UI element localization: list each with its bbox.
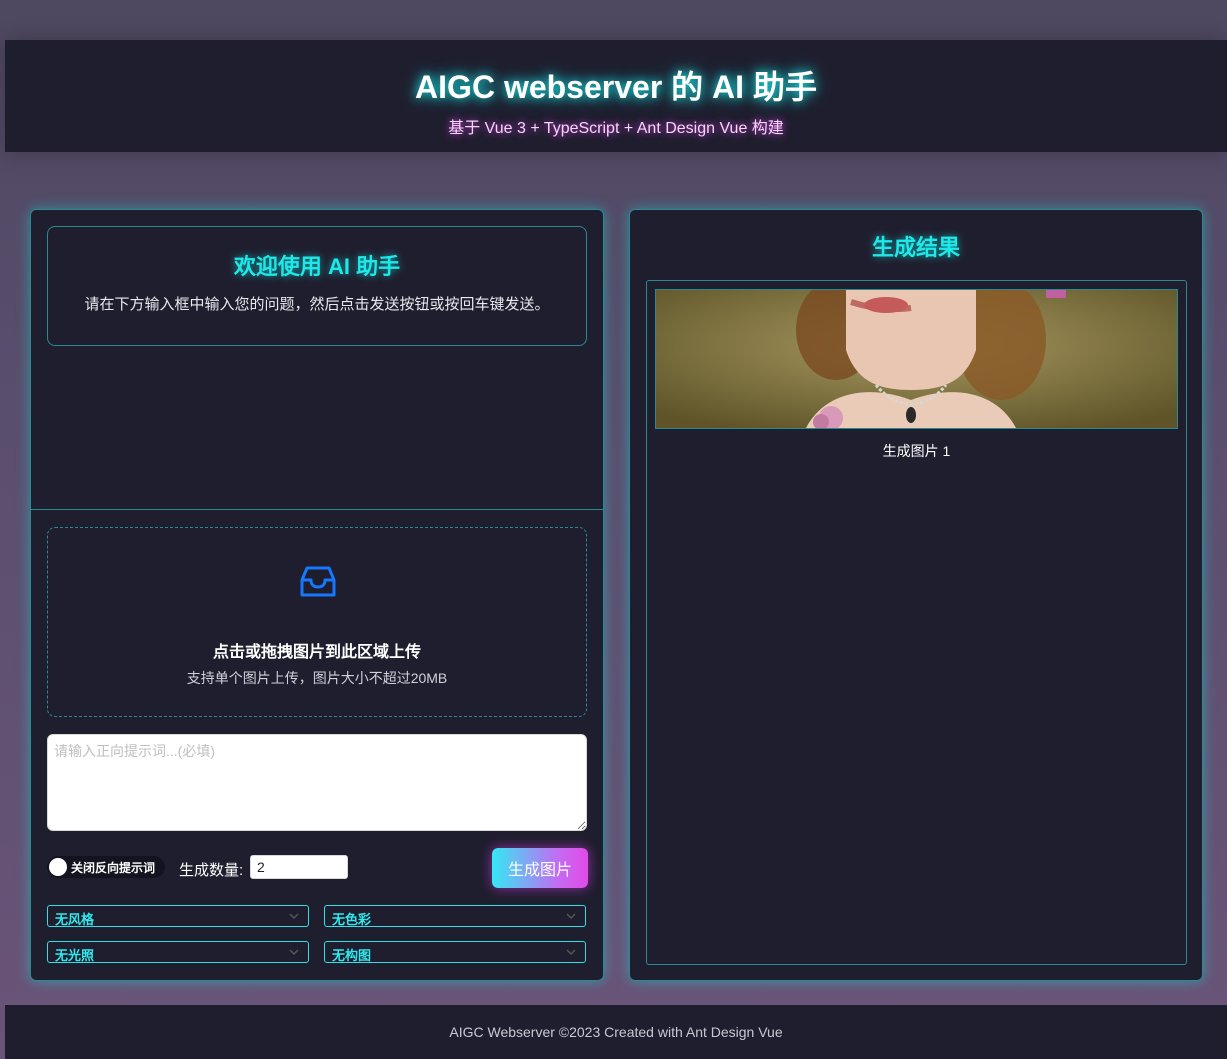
result-gallery: 生成图片 1 [646,280,1187,965]
upload-hint: 支持单个图片上传，图片大小不超过20MB [186,670,448,686]
lighting-select-value: 无光照 [55,948,95,963]
chevron-down-icon [566,913,576,920]
color-select-value: 无色彩 [332,912,372,927]
composition-select-value: 无构图 [332,948,372,963]
positive-prompt-input[interactable] [47,734,587,831]
result-panel: 生成结果 生成图片 1 [629,209,1203,981]
count-label: 生成数量: [179,862,244,879]
lighting-select[interactable]: 无光照 [47,941,309,963]
footer-text: AIGC Webserver ©2023 Created with Ant De… [449,1024,783,1040]
image-caption: 生成图片 1 [882,443,951,459]
color-select[interactable]: 无色彩 [324,905,586,927]
chat-panel: 欢迎使用 AI 助手 请在下方输入框中输入您的问题，然后点击发送按钮或按回车键发… [30,209,604,981]
chevron-down-icon [289,913,299,920]
upload-title: 点击或拖拽图片到此区域上传 [212,644,421,661]
count-input[interactable] [250,855,348,879]
generate-button[interactable]: 生成图片 [492,848,588,888]
app-header: AIGC webserver 的 AI 助手 基于 Vue 3 + TypeSc… [5,40,1227,152]
toggle-knob [49,858,67,876]
composition-select[interactable]: 无构图 [324,941,586,963]
chevron-down-icon [289,949,299,956]
negative-prompt-toggle[interactable]: 关闭反向提示词 [47,856,165,878]
inbox-icon [300,566,336,597]
divider [31,509,603,510]
toggle-label: 关闭反向提示词 [71,861,156,875]
welcome-title: 欢迎使用 AI 助手 [233,254,401,279]
image-upload-dropzone[interactable]: 点击或拖拽图片到此区域上传 支持单个图片上传，图片大小不超过20MB [47,527,587,717]
portrait-illustration [656,290,1177,428]
style-select-value: 无风格 [55,912,95,927]
page-subtitle: 基于 Vue 3 + TypeScript + Ant Design Vue 构… [448,120,784,137]
style-select[interactable]: 无风格 [47,905,309,927]
welcome-text: 请在下方输入框中输入您的问题，然后点击发送按钮或按回车键发送。 [84,296,550,313]
result-title: 生成结果 [871,235,960,260]
app-footer: AIGC Webserver ©2023 Created with Ant De… [5,1005,1227,1059]
generated-image[interactable] [655,289,1178,429]
page-title: AIGC webserver 的 AI 助手 [415,69,817,105]
chevron-down-icon [566,949,576,956]
welcome-card: 欢迎使用 AI 助手 请在下方输入框中输入您的问题，然后点击发送按钮或按回车键发… [47,226,587,346]
